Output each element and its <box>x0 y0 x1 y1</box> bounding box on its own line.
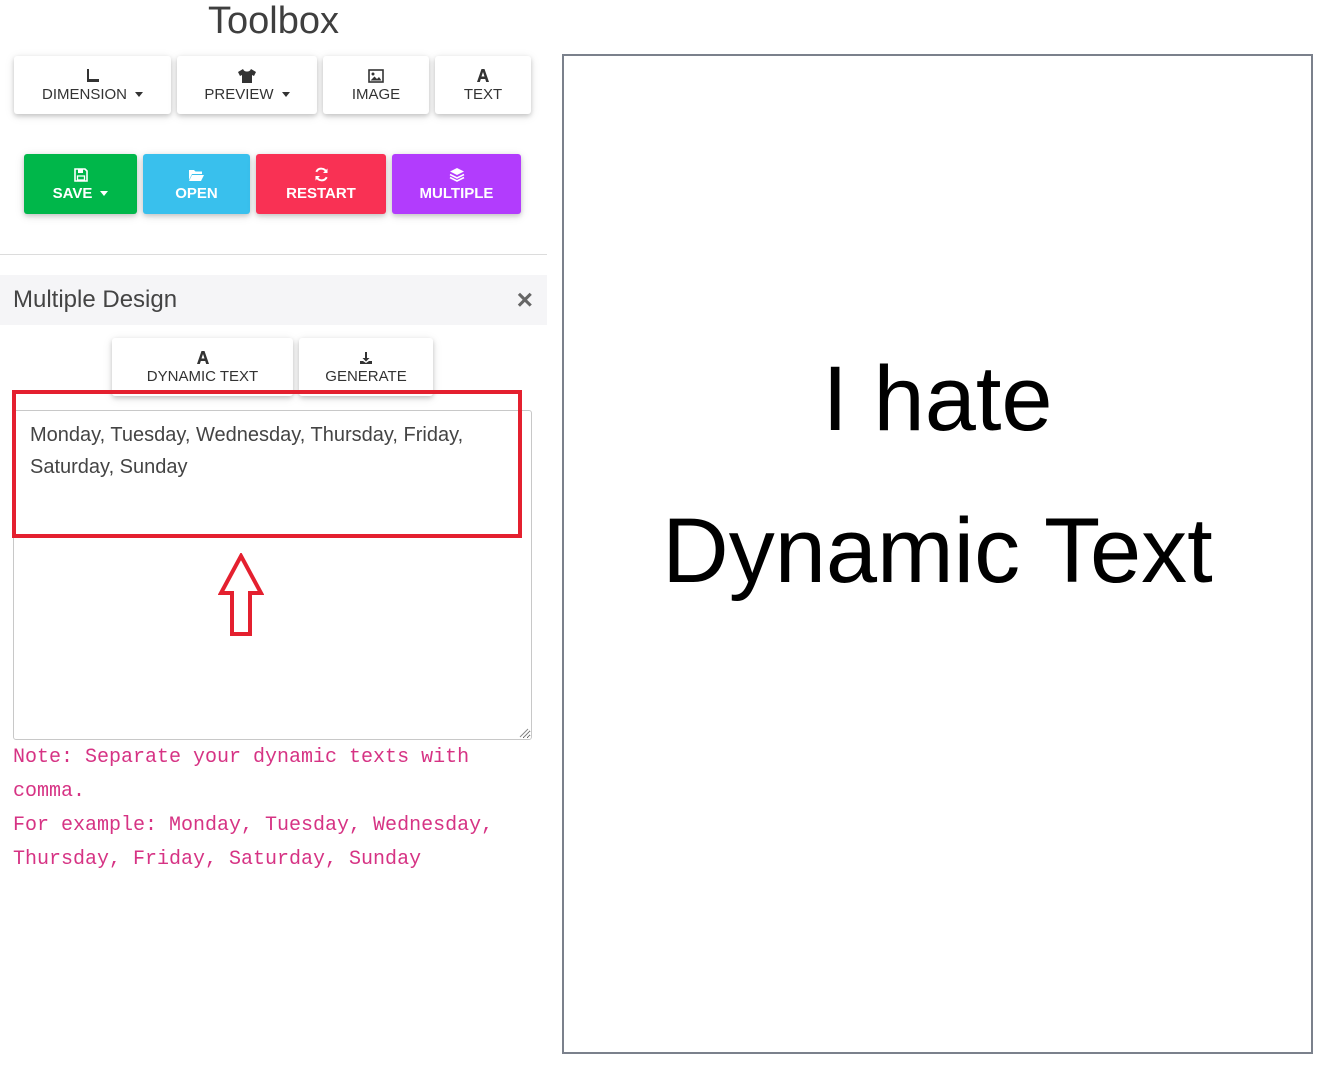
refresh-icon <box>314 167 329 183</box>
preview-button[interactable]: PREVIEW <box>177 56 317 114</box>
restart-label: RESTART <box>286 184 356 202</box>
preview-label: PREVIEW <box>204 85 274 103</box>
chevron-down-icon <box>100 190 109 196</box>
image-label: IMAGE <box>351 85 401 103</box>
dynamic-text-button[interactable]: DYNAMIC TEXT <box>112 338 293 396</box>
floppy-icon <box>73 167 88 183</box>
save-button[interactable]: SAVE <box>24 154 137 214</box>
resize-grip-icon[interactable] <box>517 726 529 738</box>
design-canvas[interactable]: I hate Dynamic Text <box>562 54 1313 1054</box>
text-label: TEXT <box>463 85 503 103</box>
dimension-label: DIMENSION <box>41 85 127 103</box>
toolbox-divider <box>0 254 547 255</box>
image-icon <box>368 68 384 84</box>
multiple-design-header: Multiple Design × <box>0 275 547 325</box>
note-line-2: For example: Monday, Tuesday, Wednesday,… <box>13 814 494 871</box>
multiple-design-title: Multiple Design <box>13 286 178 313</box>
chevron-down-icon <box>135 91 143 97</box>
close-icon[interactable]: × <box>517 286 533 314</box>
canvas-text-line-1[interactable]: I hate <box>564 349 1311 449</box>
download-icon <box>359 350 373 366</box>
dimension-button[interactable]: DIMENSION <box>14 56 171 114</box>
note-line-1: Note: Separate your dynamic texts with c… <box>13 746 470 803</box>
generate-button[interactable]: GENERATE <box>299 338 433 396</box>
toolbox-title: Toolbox <box>208 0 339 42</box>
dynamic-text-label: DYNAMIC TEXT <box>146 367 259 385</box>
font-icon <box>476 68 490 84</box>
multiple-button[interactable]: MULTIPLE <box>392 154 521 214</box>
font-icon <box>196 350 210 366</box>
layers-icon <box>449 167 465 183</box>
open-label: OPEN <box>175 184 218 202</box>
open-button[interactable]: OPEN <box>143 154 250 214</box>
chevron-down-icon <box>281 91 290 97</box>
folder-open-icon <box>188 167 205 183</box>
dynamic-text-note: Note: Separate your dynamic texts with c… <box>13 741 533 877</box>
tshirt-icon <box>237 68 257 84</box>
generate-label: GENERATE <box>325 367 407 385</box>
ruler-icon <box>85 68 101 84</box>
canvas-text-line-2[interactable]: Dynamic Text <box>564 501 1311 601</box>
save-label: SAVE <box>52 184 93 202</box>
text-button[interactable]: TEXT <box>435 56 531 114</box>
image-button[interactable]: IMAGE <box>323 56 429 114</box>
multiple-label: MULTIPLE <box>419 184 494 202</box>
dynamic-text-input[interactable]: Monday, Tuesday, Wednesday, Thursday, Fr… <box>13 410 532 740</box>
restart-button[interactable]: RESTART <box>256 154 386 214</box>
